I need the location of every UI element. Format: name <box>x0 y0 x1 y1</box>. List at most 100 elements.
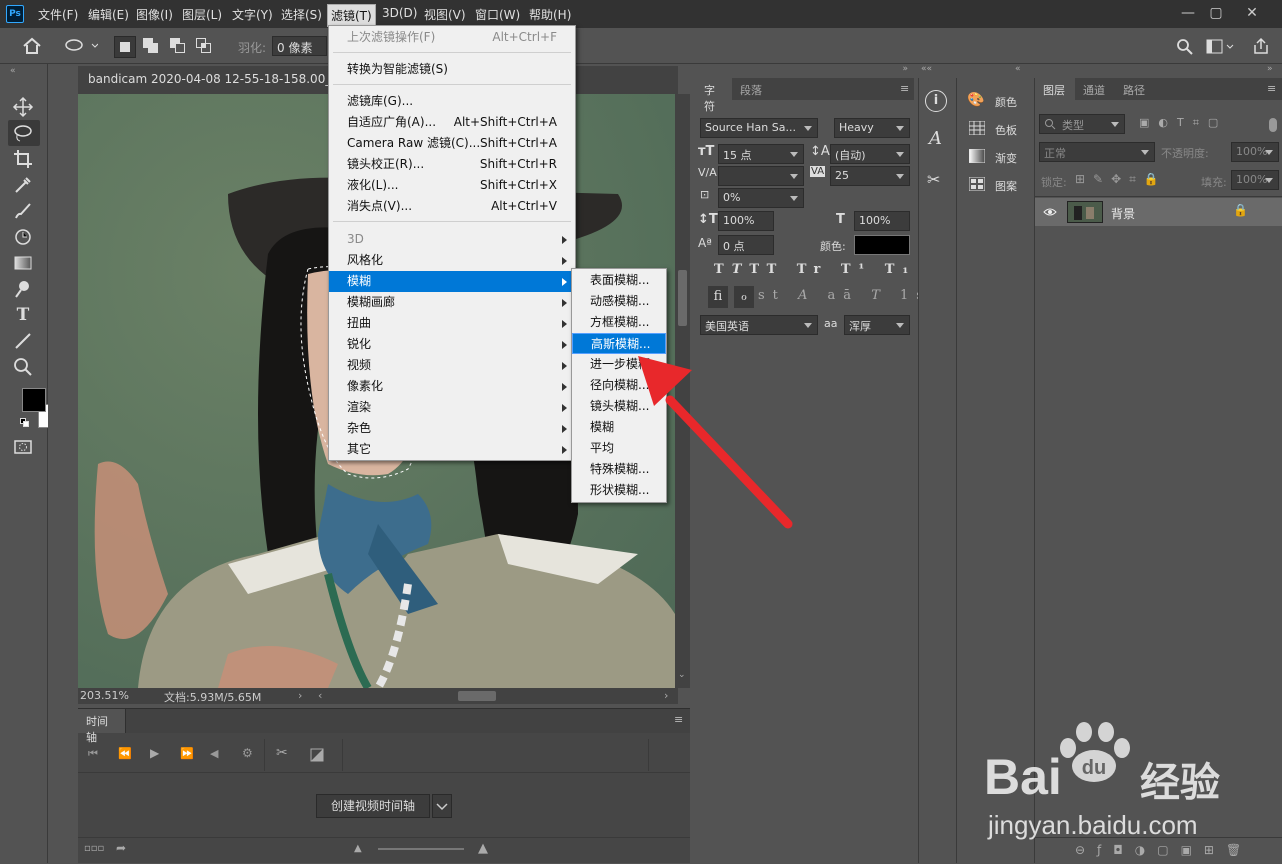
lock-icons[interactable]: ⊞✎✥⌗🔒 <box>1075 172 1167 187</box>
fill-input[interactable]: 100% <box>1231 170 1279 190</box>
submenu-item-motion-blur[interactable]: 动感模糊... <box>572 291 666 312</box>
horizontal-scale-input[interactable]: 100% <box>854 211 910 231</box>
color-palette-icon[interactable]: 🎨 <box>967 92 984 108</box>
opacity-input[interactable]: 100% <box>1231 142 1279 162</box>
menu-item-blur[interactable]: 模糊 <box>329 271 575 292</box>
zoom-out-mountain-icon[interactable]: ▲ <box>354 843 362 854</box>
layer-row[interactable]: 背景 🔒 <box>1035 198 1282 226</box>
swatches-panel-label[interactable]: 色板 <box>995 122 1017 138</box>
tab-character[interactable]: 字符 <box>696 78 732 113</box>
antialias-dropdown[interactable]: 浑厚 <box>844 315 910 335</box>
swatches-grid-icon[interactable] <box>969 121 985 135</box>
feather-input[interactable]: 0 像素 <box>272 36 327 56</box>
menu-file[interactable]: 文件(F) <box>38 6 78 23</box>
menu-filter[interactable]: 滤镜(T) <box>327 4 376 27</box>
search-icon[interactable] <box>1176 38 1194 56</box>
info-icon[interactable]: i <box>925 90 947 112</box>
menu-item-stylize[interactable]: 风格化 <box>329 250 575 271</box>
foreground-color-swatch[interactable] <box>22 388 46 412</box>
menu-3d[interactable]: 3D(D) <box>382 6 417 20</box>
menu-item-lens-correction[interactable]: 镜头校正(R)... Shift+Ctrl+R <box>329 154 575 175</box>
discretionary-ligature-icon[interactable]: ℴ <box>734 286 754 308</box>
menu-item-other[interactable]: 其它 <box>329 439 575 460</box>
menu-select[interactable]: 选择(S) <box>281 6 322 23</box>
dodge-tool-icon[interactable] <box>12 278 34 300</box>
font-size-input[interactable]: 15 点 <box>718 144 804 164</box>
baseline-shift-input[interactable]: 0 点 <box>718 235 774 255</box>
move-tool-icon[interactable] <box>12 96 34 118</box>
scroll-left-icon[interactable]: ‹ <box>318 689 322 702</box>
type-tool-icon[interactable]: T <box>12 304 34 326</box>
menu-item-sharpen[interactable]: 锐化 <box>329 334 575 355</box>
share-icon[interactable] <box>1252 37 1270 55</box>
font-style-dropdown[interactable]: Heavy <box>834 118 910 138</box>
blend-mode-dropdown[interactable]: 正常 <box>1039 142 1155 162</box>
kerning-input[interactable] <box>718 166 804 186</box>
close-icon[interactable]: ✕ <box>1240 4 1264 22</box>
brush-tool-icon[interactable] <box>12 200 34 222</box>
menu-item-pixelate[interactable]: 像素化 <box>329 376 575 397</box>
menu-item-render[interactable]: 渲染 <box>329 397 575 418</box>
text-color-swatch[interactable] <box>854 235 910 255</box>
submenu-item-surface-blur[interactable]: 表面模糊... <box>572 270 666 291</box>
layer-name[interactable]: 背景 <box>1111 205 1135 222</box>
next-frame-icon[interactable]: ⏩ <box>180 747 194 760</box>
collapse-icon[interactable]: » <box>1267 64 1273 74</box>
horizontal-scrollbar[interactable] <box>458 691 496 701</box>
collapse-icon[interactable]: « <box>10 66 16 76</box>
maximize-icon[interactable]: ▢ <box>1204 4 1228 22</box>
prev-frame-icon[interactable]: ⏪ <box>118 747 132 760</box>
filter-toggle-icon[interactable] <box>1269 118 1277 132</box>
submenu-item-box-blur[interactable]: 方框模糊... <box>572 312 666 333</box>
play-icon[interactable]: ▶ <box>150 746 159 760</box>
lasso-tool-icon[interactable] <box>12 122 34 144</box>
crop-tool-icon[interactable] <box>12 148 34 170</box>
menu-item-adaptive-wide-angle[interactable]: 自适应广角(A)... Alt+Shift+Ctrl+A <box>329 112 575 133</box>
glyphs-icon[interactable]: A <box>929 128 942 149</box>
color-panel-label[interactable]: 颜色 <box>995 94 1017 110</box>
home-icon[interactable] <box>22 37 42 55</box>
zoom-tool-icon[interactable] <box>12 356 34 378</box>
timeline-mode-dropdown[interactable] <box>432 794 452 818</box>
menu-item-noise[interactable]: 杂色 <box>329 418 575 439</box>
language-dropdown[interactable]: 美国英语 <box>700 315 818 335</box>
create-video-timeline-button[interactable]: 创建视频时间轴 <box>316 794 430 818</box>
tab-paths[interactable]: 路径 <box>1123 82 1145 98</box>
status-more-icon[interactable]: › <box>298 689 302 702</box>
gradient-tool-icon[interactable] <box>12 252 34 274</box>
add-selection-icon[interactable] <box>143 38 159 54</box>
font-family-dropdown[interactable]: Source Han Sa... <box>700 118 818 138</box>
layer-filter-icons[interactable]: ▣◐T⌗▢ <box>1139 116 1227 130</box>
first-frame-icon[interactable]: ⏮ <box>88 747 98 761</box>
expand-icon[interactable]: «« <box>921 64 932 74</box>
tab-channels[interactable]: 通道 <box>1083 82 1105 98</box>
menu-help[interactable]: 帮助(H) <box>529 6 571 23</box>
expand-icon[interactable]: « <box>1015 64 1021 74</box>
menu-item-distort[interactable]: 扭曲 <box>329 313 575 334</box>
menu-item-convert-smart-filter[interactable]: 转换为智能滤镜(S) <box>329 59 575 80</box>
tab-paragraph[interactable]: 段落 <box>740 82 762 98</box>
zoom-in-mountain-icon[interactable]: ▲ <box>478 841 488 856</box>
panel-menu-icon[interactable]: ≡ <box>674 713 683 726</box>
settings-gear-icon[interactable]: ⚙ <box>242 746 253 760</box>
panel-menu-icon[interactable]: ≡ <box>900 82 909 95</box>
leading-input[interactable]: (自动) <box>830 144 910 164</box>
timeline-zoom-slider[interactable] <box>378 848 464 850</box>
eye-icon[interactable] <box>1043 206 1057 218</box>
properties-icon[interactable]: ✂ <box>927 170 940 189</box>
frame-mode-icon[interactable]: ▫▫▫ <box>84 843 104 854</box>
menu-item-video[interactable]: 视频 <box>329 355 575 376</box>
menu-edit[interactable]: 编辑(E) <box>88 6 129 23</box>
scissors-icon[interactable]: ✂ <box>276 745 288 761</box>
tracking-input[interactable]: 25 <box>830 166 910 186</box>
menu-layer[interactable]: 图层(L) <box>182 6 222 23</box>
eyedropper-icon[interactable] <box>12 174 34 196</box>
workspace-icon[interactable] <box>1206 39 1234 55</box>
lasso-preset-icon[interactable] <box>64 38 98 54</box>
gradient-panel-icon[interactable] <box>969 149 985 163</box>
panel-menu-icon[interactable]: ≡ <box>1267 82 1276 95</box>
tab-layers[interactable]: 图层 <box>1035 78 1075 100</box>
subtract-selection-icon[interactable] <box>170 38 186 54</box>
menu-type[interactable]: 文字(Y) <box>232 6 273 23</box>
menu-image[interactable]: 图像(I) <box>136 6 173 23</box>
